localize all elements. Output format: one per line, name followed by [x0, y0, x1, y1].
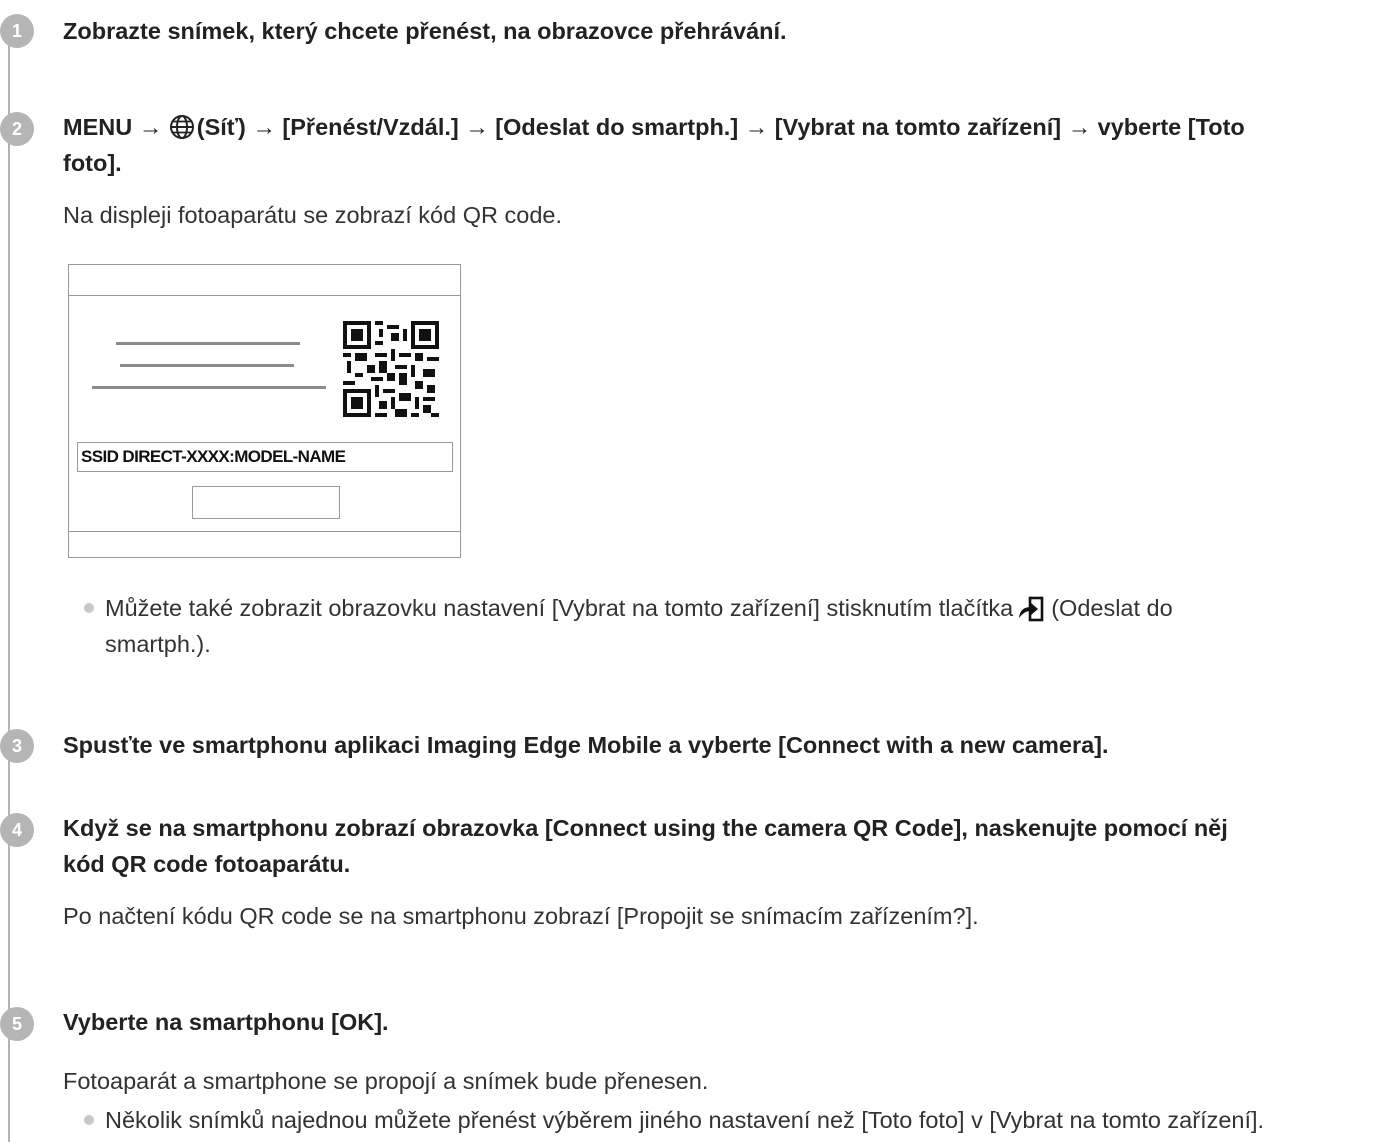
step-2-note: Můžete také zobrazit obrazovku nastavení… [105, 590, 1385, 662]
step-2-title-end: foto]. [63, 150, 122, 176]
step-2-note-after: (Odeslat do [1051, 595, 1173, 621]
step-2-description: Na displeji fotoaparátu se zobrazí kód Q… [63, 202, 562, 228]
placeholder-line-3 [92, 386, 326, 389]
send-to-smartphone-icon [1019, 596, 1044, 622]
step-4-title-line1: Když se na smartphonu zobrazí obrazovka … [63, 815, 1228, 841]
illustration-button-placeholder [192, 486, 340, 519]
ssid-label: SSID DIRECT-XXXX:MODEL-NAME [77, 442, 453, 472]
step-1-title: Zobrazte snímek, který chcete přenést, n… [63, 18, 787, 44]
illustration-top-divider [69, 295, 460, 296]
step-3-badge: 3 [0, 729, 34, 763]
step-2-note-line2: smartph.). [105, 631, 211, 657]
camera-qr-screen-illustration: SSID DIRECT-XXXX:MODEL-NAME [68, 264, 461, 558]
step-4-title-line2: kód QR code fotoaparátu. [63, 851, 351, 877]
step-1-badge: 1 [0, 14, 34, 48]
step-5-title: Vyberte na smartphonu [OK]. [63, 1009, 389, 1035]
step-2-note-before: Můžete také zobrazit obrazovku nastavení… [105, 595, 1014, 621]
placeholder-line-1 [116, 342, 300, 345]
step-5-description: Fotoaparát a smartphone se propojí a sní… [63, 1068, 709, 1094]
step-5-badge: 5 [0, 1007, 34, 1041]
illustration-bottom-divider [69, 531, 460, 532]
step-2-note-bullet [84, 603, 94, 613]
step-3-title: Spusťte ve smartphonu aplikaci Imaging E… [63, 732, 1109, 758]
step-4-description: Po načtení kódu QR code se na smartphonu… [63, 903, 979, 929]
step-4-badge: 4 [0, 813, 34, 847]
step-2-menu-text: MENU → [63, 114, 163, 140]
qr-code-icon [343, 321, 439, 417]
step-5-note-bullet [84, 1115, 94, 1125]
globe-icon [169, 115, 194, 139]
placeholder-line-2 [120, 364, 294, 367]
step-2-network-text: (Síť) → [Přenést/Vzdál.] → [Odeslat do s… [196, 114, 1245, 140]
step-4-title: Když se na smartphonu zobrazí obrazovka … [63, 810, 1383, 882]
step-5-note: Několik snímků najednou můžete přenést v… [105, 1107, 1265, 1133]
step-2-badge: 2 [0, 112, 34, 146]
step-2-title: MENU → (Síť) → [Přenést/Vzdál.] → [Odesl… [63, 109, 1383, 181]
timeline-line [8, 18, 10, 1142]
